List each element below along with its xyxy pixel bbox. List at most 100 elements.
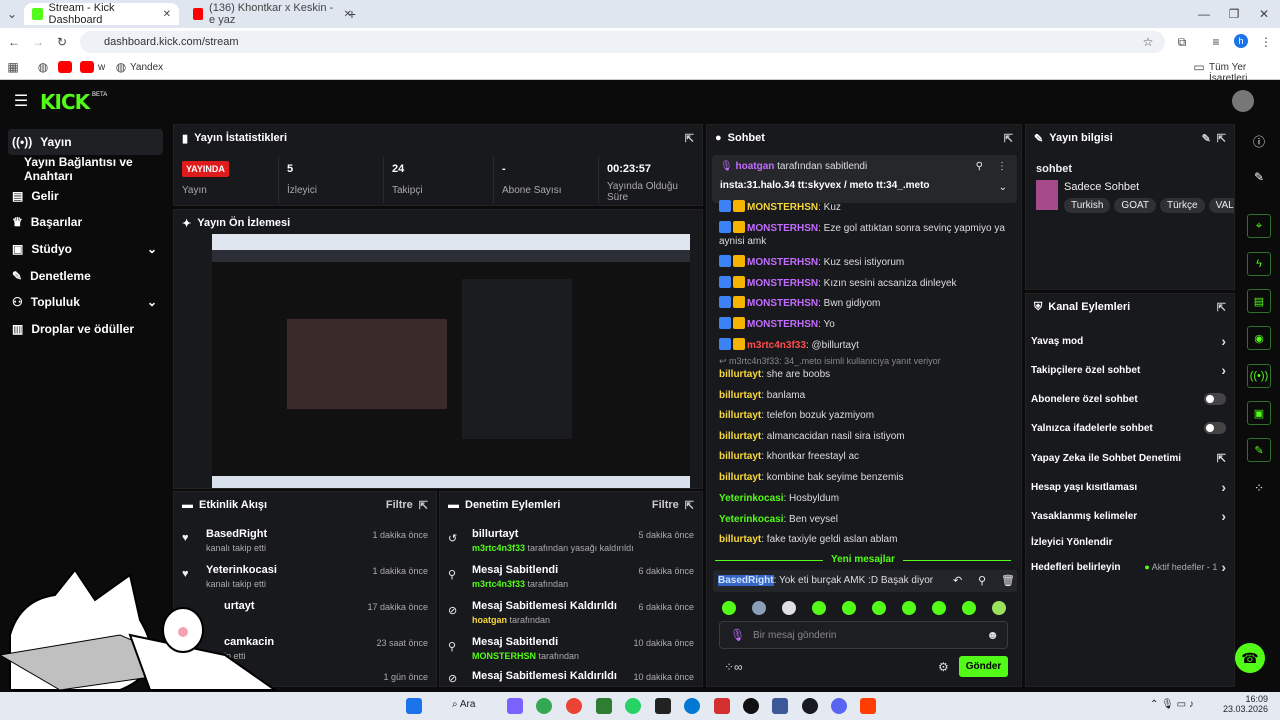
clock[interactable]: 16:09 23.03.2026	[1222, 694, 1268, 714]
emote-icon[interactable]	[782, 601, 796, 615]
bookmark-w[interactable]: w	[98, 62, 105, 73]
emote-icon[interactable]	[992, 601, 1006, 615]
forward-icon[interactable]: →	[30, 34, 46, 50]
sidebar-item-stream-key[interactable]: Yayın Bağlantısı ve Anahtarı	[20, 155, 170, 183]
pinned-message[interactable]: 🎙︎ hoatgan tarafından sabitlendi insta:3…	[712, 155, 1017, 203]
window-close-icon[interactable]: ✕	[1256, 6, 1272, 22]
sidebar-item-basarilar[interactable]: ♛ Başarılar	[8, 209, 163, 235]
chrome-icon[interactable]	[536, 698, 552, 714]
mod-user[interactable]: MONSTERHSN	[472, 651, 536, 661]
emote-icon[interactable]	[962, 601, 976, 615]
steam-icon[interactable]	[802, 698, 818, 714]
popout-icon[interactable]: ⇱	[685, 499, 694, 512]
quick-action-chat-icon[interactable]: ◉	[1247, 326, 1271, 350]
tab-kick-dashboard[interactable]: Stream - Kick Dashboard ✕	[24, 2, 179, 26]
quick-action-wrench-icon[interactable]: ✎	[1247, 438, 1271, 462]
chat-user[interactable]: billurtayt	[719, 369, 761, 380]
app-icon[interactable]	[772, 698, 788, 714]
star-icon[interactable]: ☆	[1140, 34, 1156, 50]
back-icon[interactable]: ←	[6, 34, 22, 50]
tab-search-icon[interactable]: ⌄	[4, 6, 20, 22]
chat-user[interactable]: MONSTERHSN	[747, 223, 818, 234]
popout-icon[interactable]: ⇱	[419, 499, 428, 512]
popout-icon[interactable]: ⇱	[1217, 132, 1226, 145]
url-field[interactable]: dashboard.kick.com/stream	[80, 31, 1165, 53]
profile-avatar[interactable]: h	[1234, 34, 1248, 48]
chat-user[interactable]: m3rtc4n3f33	[747, 340, 806, 351]
tray-icons[interactable]: ⌃ 🎙︎ ▭ ♪	[1150, 699, 1194, 710]
new-messages-label[interactable]: Yeni mesajlar	[823, 554, 903, 565]
pin-icon[interactable]: ⚲	[976, 161, 983, 172]
emote-icon[interactable]	[842, 601, 856, 615]
discord-icon[interactable]	[831, 698, 847, 714]
chat-user[interactable]: billurtayt	[719, 410, 761, 421]
maximize-icon[interactable]: ❐	[1226, 6, 1242, 22]
popout-icon[interactable]: ⇱	[1217, 301, 1226, 314]
sidebar-item-studyo[interactable]: ▣ Stüdyo ⌄	[8, 236, 163, 262]
quick-action-clip-icon[interactable]: ⌖	[1247, 214, 1271, 238]
app-icon[interactable]	[655, 698, 671, 714]
mod-user[interactable]: m3rtc4n3f33	[472, 543, 525, 553]
taskbar-search[interactable]: ⌕ Ara	[452, 699, 475, 710]
youtube-bookmark-icon[interactable]	[58, 61, 72, 73]
action-goals[interactable]: Hedefleri belirleyin ● Aktif hedefler - 1…	[1031, 557, 1226, 577]
reading-list-icon[interactable]: ≡	[1208, 34, 1224, 50]
copilot-icon[interactable]	[507, 698, 523, 714]
app-icon[interactable]	[596, 698, 612, 714]
action-ai-moderation[interactable]: Yapay Zeka ile Sohbet Denetimi ⇱	[1031, 448, 1226, 468]
chat-user[interactable]: billurtayt	[719, 431, 761, 442]
action-followers-only[interactable]: Takipçilere özel sohbet ›	[1031, 360, 1226, 380]
action-account-age[interactable]: Hesap yaşı kısıtlaması ›	[1031, 477, 1226, 497]
minimize-icon[interactable]: —	[1196, 6, 1212, 22]
tag[interactable]: VALO	[1208, 198, 1234, 213]
apps-icon[interactable]: ⁘	[1250, 479, 1268, 497]
app-icon[interactable]	[714, 698, 730, 714]
emote-icon[interactable]	[932, 601, 946, 615]
tab-youtube[interactable]: (136) Khontkar x Keskin - e yaz ✕	[185, 2, 360, 26]
globe-icon[interactable]: ◍	[36, 60, 50, 74]
sidebar-item-topluluk[interactable]: ⚇ Topluluk ⌄	[8, 289, 163, 315]
chat-user[interactable]: MONSTERHSN	[747, 202, 818, 213]
chat-input[interactable]: 🎙︎ Bir mesaj gönderin ☻	[719, 621, 1008, 649]
chat-user[interactable]: billurtayt	[719, 472, 761, 483]
trash-icon[interactable]: 🗑︎	[1001, 574, 1015, 587]
chat-user[interactable]: MONSTERHSN	[747, 278, 818, 289]
browser-icon[interactable]	[566, 698, 582, 714]
emote-icon[interactable]	[752, 601, 766, 615]
avatar[interactable]	[1232, 90, 1254, 112]
chat-user[interactable]: billurtayt	[719, 451, 761, 462]
gear-icon[interactable]: ⚙	[938, 660, 949, 674]
sidebar-item-denetleme[interactable]: ✎ Denetleme	[8, 263, 163, 289]
info-icon[interactable]: ⓘ	[1250, 132, 1268, 150]
quick-action-notes-icon[interactable]: ▤	[1247, 289, 1271, 313]
extensions-icon[interactable]: ⧉	[1174, 34, 1190, 50]
category-name[interactable]: Sadece Sohbet	[1064, 181, 1139, 193]
chat-user[interactable]: billurtayt	[719, 534, 761, 545]
mic-icon[interactable]: 🎙︎	[730, 628, 745, 642]
popout-icon[interactable]: ⇱	[1004, 132, 1013, 145]
sidebar-item-droplar[interactable]: ▥ Droplar ve ödüller	[8, 316, 163, 342]
apps-icon[interactable]: ▦	[6, 60, 20, 74]
chat-user[interactable]: billurtayt	[719, 390, 761, 401]
support-button[interactable]: ☎	[1235, 643, 1265, 673]
more-icon[interactable]: ⋮	[997, 161, 1007, 172]
filter-button[interactable]: Filtre	[386, 499, 413, 511]
stream-preview-video[interactable]	[212, 234, 690, 488]
filter-button[interactable]: Filtre	[652, 499, 679, 511]
hovered-chat-message[interactable]: BasedRight: Yok eti burçak AMK :D Başak …	[713, 570, 1017, 592]
tag[interactable]: Turkish	[1064, 198, 1111, 213]
app-icon[interactable]	[860, 698, 876, 714]
emoji-icon[interactable]: ☻	[986, 628, 999, 642]
emote-icon[interactable]	[812, 601, 826, 615]
pin-icon[interactable]: ⚲	[978, 574, 986, 587]
emotes-only-toggle[interactable]	[1204, 422, 1226, 434]
menu-icon[interactable]: ⋮	[1258, 34, 1274, 50]
chevron-down-icon[interactable]: ⌄	[999, 182, 1007, 193]
youtube-bookmark-icon[interactable]	[80, 61, 94, 73]
chat-user[interactable]: MONSTERHSN	[747, 319, 818, 330]
windows-start-icon[interactable]	[406, 698, 422, 714]
chat-user[interactable]: BasedRight	[718, 575, 774, 586]
chat-user[interactable]: Yeterinkocasi	[719, 514, 783, 525]
chat-user[interactable]: Yeterinkocasi	[719, 493, 783, 504]
chat-user[interactable]: MONSTERHSN	[747, 257, 818, 268]
